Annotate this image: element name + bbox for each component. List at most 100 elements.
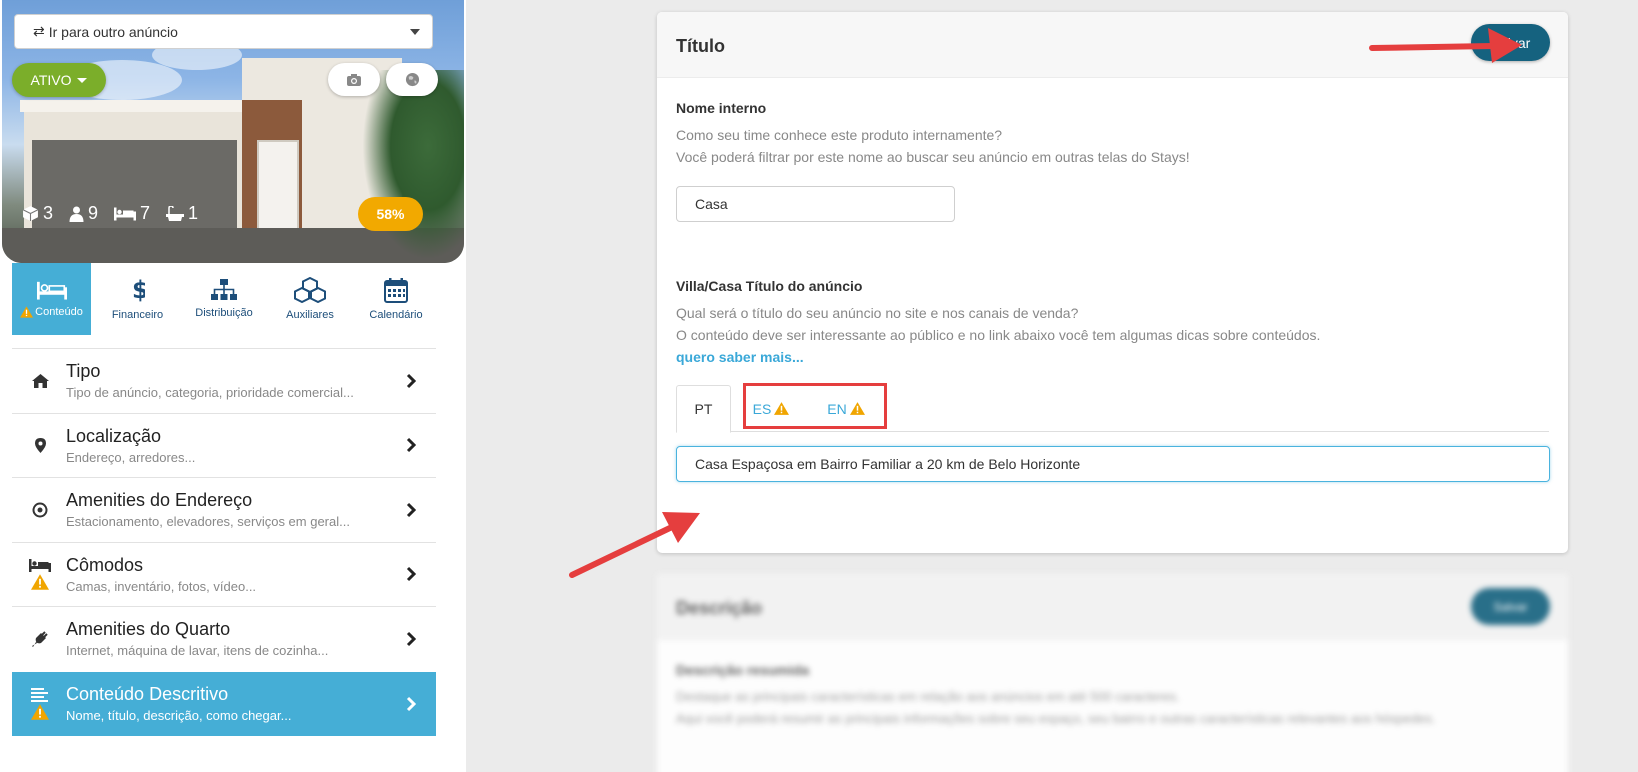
beds-stat: 7 (114, 203, 150, 224)
menu-item-conteudo-descritivo[interactable]: Conteúdo Descritivo Nome, título, descri… (12, 671, 436, 736)
description-card-header (657, 574, 1568, 640)
menu-item-comodos[interactable]: Cômodos Camas, inventário, fotos, vídeo.… (12, 541, 436, 607)
baths-count: 1 (188, 203, 199, 223)
section-tabs: Conteúdo $ Financeiro Distribuição Auxil… (12, 263, 436, 335)
help-line: Como seu time conhece este produto inter… (676, 127, 1003, 143)
listing-stats: 3 9 7 1 (22, 203, 198, 224)
globe-icon (405, 72, 419, 87)
listing-sidebar: ⇄ Ir para outro anúncio ATIVO 3 9 7 1 58… (0, 0, 466, 772)
chevron-right-icon (406, 502, 416, 517)
warning-icon (31, 574, 49, 590)
plug-icon (32, 631, 48, 647)
menu-item-localizacao[interactable]: Localização Endereço, arredores... (12, 412, 436, 478)
tab-financeiro[interactable]: $ Financeiro (91, 263, 184, 335)
title-card: Título Salvar Nome interno Como seu time… (657, 12, 1568, 553)
website-button[interactable] (386, 63, 438, 96)
description-save-label: Salvar (1493, 599, 1528, 614)
units-count: 3 (43, 203, 54, 223)
chevron-right-icon (406, 373, 416, 388)
internal-name-label: Nome interno (676, 100, 767, 116)
save-button-label: Salvar (1490, 34, 1531, 51)
help-line: Aqui você poderá resumir as principais i… (676, 711, 1436, 726)
chevron-right-icon (406, 631, 416, 646)
listing-title-input[interactable]: Casa Espaçosa em Bairro Familiar a 20 km… (676, 446, 1550, 482)
goto-listing-select[interactable]: ⇄ Ir para outro anúncio (14, 14, 433, 49)
guests-stat: 9 (69, 203, 98, 224)
menu-item-subtitle: Internet, máquina de lavar, itens de coz… (66, 643, 329, 659)
swap-icon: ⇄ (33, 23, 45, 39)
tab-auxiliares[interactable]: Auxiliares (264, 263, 356, 335)
dollar-icon: $ (132, 277, 145, 303)
status-dropdown-button[interactable]: ATIVO (12, 63, 106, 97)
listing-title-help: Qual será o título do seu anúncio no sit… (676, 302, 1320, 346)
camera-icon (347, 73, 361, 86)
photos-button[interactable] (328, 63, 380, 96)
menu-item-title: Localização (66, 425, 162, 446)
internal-name-input[interactable]: Casa (676, 186, 955, 222)
tab-calendario-label: Calendário (369, 308, 423, 321)
user-icon (69, 206, 84, 222)
menu-item-amenities-quarto[interactable]: Amenities do Quarto Internet, máquina de… (12, 606, 436, 671)
warning-icon (31, 704, 49, 720)
tab-lang-pt[interactable]: PT (676, 385, 731, 433)
units-stat: 3 (22, 203, 53, 224)
annotation-highlight-box (743, 383, 887, 429)
menu-item-title: Conteúdo Descritivo (66, 684, 229, 705)
tab-conteudo-label: Conteúdo (35, 306, 83, 318)
cube-icon (22, 206, 39, 221)
help-line: O conteúdo deve ser interessante ao públ… (676, 327, 1321, 343)
svg-text:$: $ (132, 277, 145, 303)
title-card-header (657, 12, 1568, 78)
listing-title-value: Casa Espaçosa em Bairro Familiar a 20 km… (695, 456, 1081, 472)
beds-count: 7 (140, 203, 151, 223)
menu-item-tipo[interactable]: Tipo Tipo de anúncio, categoria, priorid… (12, 348, 436, 413)
card-title: Título (676, 36, 725, 56)
menu-item-title: Amenities do Endereço (66, 490, 253, 511)
chevron-right-icon (406, 438, 416, 453)
help-line: Destaque as principais características e… (676, 689, 1180, 704)
tab-financeiro-label: Financeiro (111, 309, 164, 321)
summary-help: Destaque as principais características e… (676, 686, 1435, 730)
menu-item-subtitle: Estacionamento, elevadores, serviços em … (66, 514, 350, 530)
calendar-icon (384, 277, 408, 303)
save-button[interactable]: Salvar (1471, 24, 1550, 61)
menu-item-subtitle: Camas, inventário, fotos, vídeo... (66, 578, 257, 594)
bed-icon (114, 207, 137, 221)
tab-distribuicao[interactable]: Distribuição (184, 263, 264, 335)
bath-icon (166, 205, 185, 221)
target-icon (32, 502, 48, 518)
internal-name-value: Casa (695, 196, 728, 212)
lang-label: PT (694, 401, 713, 417)
menu-item-subtitle: Tipo de anúncio, categoria, prioridade c… (66, 385, 354, 401)
description-save-button[interactable]: Salvar (1471, 588, 1550, 625)
summary-label: Descrição resumida (676, 662, 810, 678)
tab-auxiliares-label: Auxiliares (286, 309, 334, 321)
chevron-right-icon (406, 567, 416, 582)
cubes-icon (294, 277, 326, 303)
map-pin-icon (34, 437, 46, 453)
warning-icon (20, 306, 34, 318)
learn-more-link[interactable]: quero saber mais... (676, 349, 804, 365)
menu-item-subtitle: Endereço, arredores... (66, 449, 196, 465)
menu-item-amenities-endereco[interactable]: Amenities do Endereço Estacionamento, el… (12, 477, 436, 542)
menu-item-title: Amenities do Quarto (66, 619, 231, 640)
tab-calendario[interactable]: Calendário (356, 263, 436, 335)
chevron-right-icon (406, 696, 416, 711)
help-line: Você poderá filtrar por este nome ao bus… (676, 149, 1190, 165)
sitemap-icon (211, 279, 237, 300)
guests-count: 9 (88, 203, 99, 223)
status-label: ATIVO (30, 72, 72, 88)
content-menu: Tipo Tipo de anúncio, categoria, priorid… (12, 348, 436, 736)
align-left-icon (31, 687, 48, 702)
goto-listing-label: Ir para outro anúncio (48, 23, 178, 40)
description-card-title: Descrição (676, 598, 763, 618)
bed-icon (36, 281, 67, 300)
internal-name-help: Como seu time conhece este produto inter… (676, 124, 1190, 168)
menu-item-title: Cômodos (66, 554, 144, 575)
tab-distribuicao-label: Distribuição (195, 307, 253, 319)
home-icon (31, 373, 49, 388)
listing-title-label: Villa/Casa Título do anúncio (676, 278, 863, 294)
menu-item-title: Tipo (66, 361, 101, 382)
tab-conteudo[interactable]: Conteúdo (12, 263, 91, 335)
completion-badge: 58% (358, 197, 423, 231)
